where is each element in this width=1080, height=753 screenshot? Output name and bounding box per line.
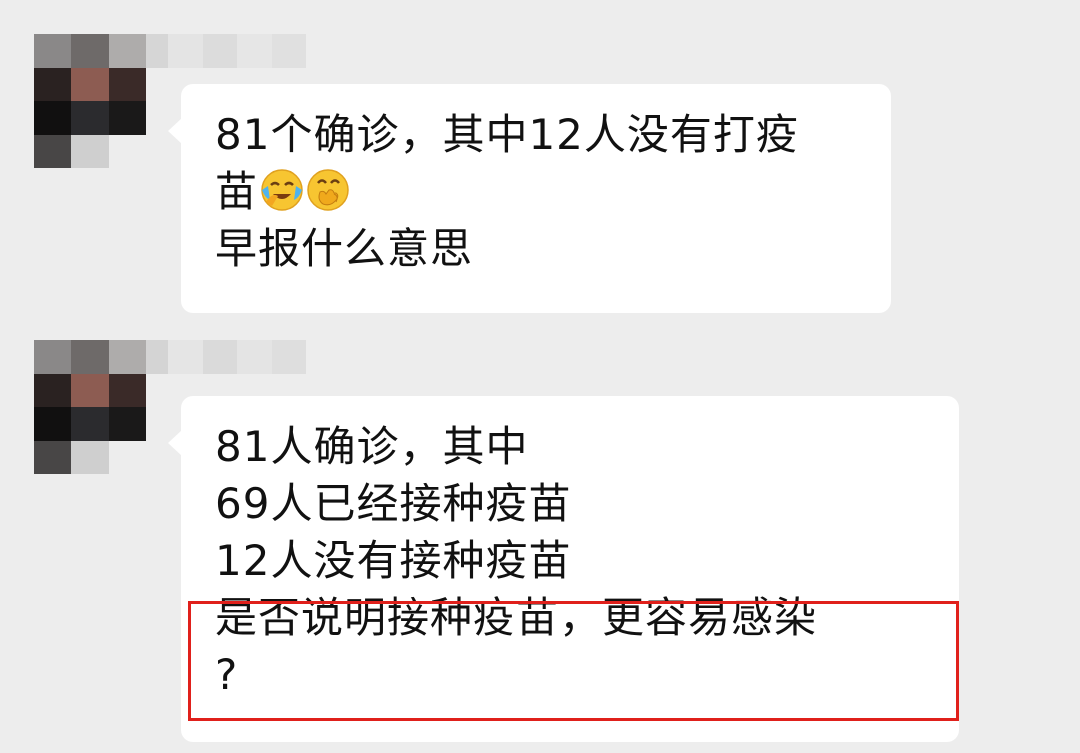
message-text-line: 81人确诊，其中 xyxy=(215,422,529,471)
message-bubble[interactable]: 81个确诊，其中12人没有打疫 苗 早报什么意思 xyxy=(168,84,891,313)
message-text-line: 早报什么意思 xyxy=(215,224,474,273)
face-with-tears-emoji xyxy=(260,168,304,212)
sender-name-redacted xyxy=(134,340,306,374)
message-text-line: 苗 xyxy=(215,163,871,220)
red-highlight-box xyxy=(188,601,959,721)
face-with-hand-over-mouth-emoji xyxy=(306,168,350,212)
sender-name-redacted xyxy=(134,34,306,68)
message-text-line: 81个确诊，其中12人没有打疫 xyxy=(215,110,799,159)
avatar[interactable] xyxy=(34,34,146,168)
message-text-line: 69人已经接种疫苗 xyxy=(215,479,572,528)
avatar[interactable] xyxy=(34,340,146,474)
message-text-line: 12人没有接种疫苗 xyxy=(215,536,572,585)
message-text: 苗 xyxy=(215,167,259,216)
